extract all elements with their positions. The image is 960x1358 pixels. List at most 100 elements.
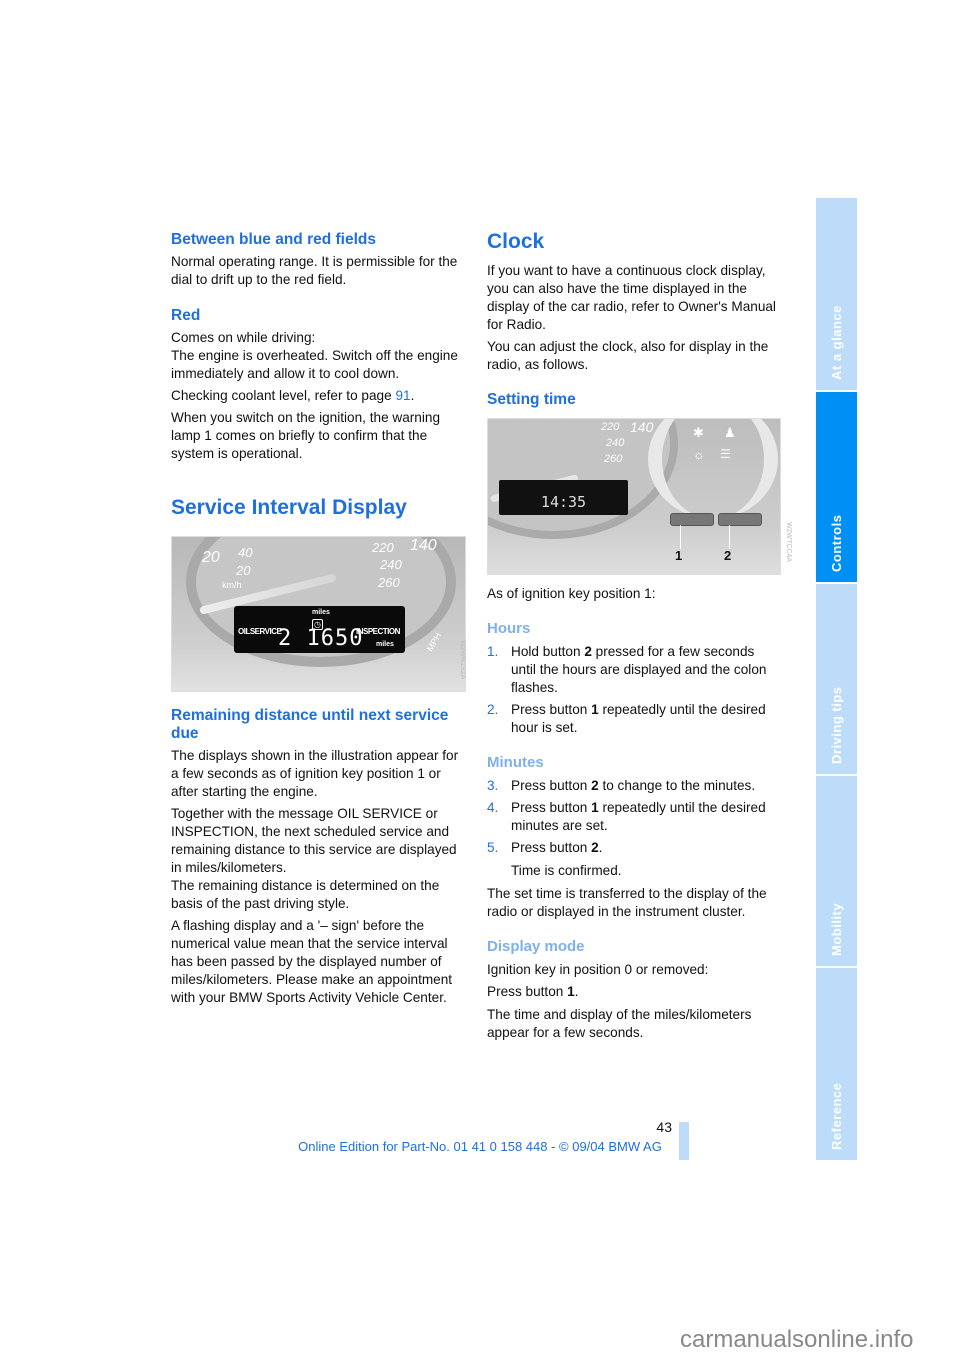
dial-label: 20 <box>202 549 220 566</box>
tab-at-a-glance[interactable]: At a glance <box>816 198 857 392</box>
heading-display-mode: Display mode <box>487 938 585 955</box>
gauge-ring <box>648 419 778 519</box>
paragraph: Comes on while driving: The engine is ov… <box>171 329 467 383</box>
paragraph: The displays shown in the illustration a… <box>171 748 459 799</box>
paragraph: When you switch on the ignition, the war… <box>171 410 441 461</box>
callout-line <box>680 525 681 549</box>
step-number: 2. <box>487 702 499 717</box>
dial-unit: km/h <box>222 580 242 590</box>
callout-1: 1 <box>675 548 683 563</box>
heading-minutes: Minutes <box>487 754 544 771</box>
lcd-display: miles ◷ OILSERVICE 2 1650 INSPECTION mil… <box>234 606 405 653</box>
heading-between-fields: Between blue and red fields <box>171 231 376 248</box>
text: Press button <box>511 702 592 717</box>
button-ref: 1 <box>591 702 599 717</box>
dial-label: 260 <box>378 575 400 590</box>
remaining-distance: 2 1650 <box>278 626 364 651</box>
list-item: 5. Press button 2. <box>487 839 783 857</box>
text: . <box>410 388 415 403</box>
paragraph: As of ignition key position 1: <box>487 586 656 601</box>
paragraph: Normal operating range. It is permissibl… <box>171 254 458 287</box>
step-number: 5. <box>487 840 499 855</box>
button-ref: 2 <box>584 644 592 659</box>
tab-label: Driving tips <box>829 686 844 764</box>
figure-code: W2WR1S2A <box>459 640 466 680</box>
tab-label: At a glance <box>829 305 844 380</box>
step-number: 1. <box>487 644 499 659</box>
text: Press button <box>487 984 568 999</box>
button-ref: 1 <box>567 984 575 999</box>
button-ref: 1 <box>591 800 599 815</box>
heading-remaining-distance: Remaining distance until next service du… <box>171 707 449 742</box>
step-number: 4. <box>487 800 499 815</box>
text: The remaining distance is determined on … <box>171 878 440 911</box>
paragraph: Checking coolant level, refer to page 91… <box>171 387 467 405</box>
dial-label: 140 <box>410 537 437 554</box>
paragraph: Ignition key in position 0 or removed: <box>487 962 709 977</box>
text: The engine is overheated. Switch off the… <box>171 348 458 381</box>
unit-label: miles <box>376 641 394 648</box>
page-number: 43 <box>656 1119 672 1135</box>
tab-label: Controls <box>829 514 844 572</box>
dial-label: 140 <box>630 419 654 435</box>
text: to change to the minutes. <box>598 778 756 793</box>
seatbelt-icon: ♟ <box>724 425 736 440</box>
dial-label: 40 <box>238 545 253 560</box>
text: Press button <box>511 840 592 855</box>
step-number: 3. <box>487 778 499 793</box>
tab-mobility[interactable]: Mobility <box>816 776 857 968</box>
watermark: carmanualsonline.info <box>680 1326 914 1353</box>
text: Together with the message OIL SERVICE or… <box>171 806 457 875</box>
heading-hours: Hours <box>487 620 531 637</box>
tab-label: Mobility <box>829 902 844 956</box>
paragraph: Press button 1. <box>487 983 783 1001</box>
heading-setting-time: Setting time <box>487 391 576 408</box>
dial-label: 220 <box>601 421 620 433</box>
text: . <box>598 840 603 855</box>
edition-footer: Online Edition for Part-No. 01 41 0 158 … <box>298 1139 662 1154</box>
button-2 <box>718 513 762 526</box>
dial-label: 220 <box>372 540 394 555</box>
button-ref: 2 <box>591 840 599 855</box>
dial-label: 240 <box>380 557 402 572</box>
list-item: 4. Press button 1 repeatedly until the de… <box>487 799 783 835</box>
service-interval-illustration: 20 40 20 km/h 220 140 240 260 MPH miles … <box>171 536 466 692</box>
unit-label: miles <box>312 609 330 616</box>
tab-label: Reference <box>829 1082 844 1150</box>
text: Checking coolant level, refer to page <box>171 388 396 403</box>
dial-label: 20 <box>236 563 251 578</box>
dial-label: 240 <box>606 437 625 449</box>
clock-illustration: 220 140 240 260 ✱ ♟ ☼ ☰ 14:35 1 2 <box>487 418 781 575</box>
text: Hold button <box>511 644 585 659</box>
text: . <box>574 984 579 999</box>
text: Press button <box>511 778 592 793</box>
tab-controls[interactable]: Controls <box>816 392 857 584</box>
paragraph: You can adjust the clock, also for displ… <box>487 339 769 372</box>
figure-code: W2WTCC4A <box>785 522 792 563</box>
warning-icon: ✱ <box>693 425 704 440</box>
list-item: 2. Press button 1 repeatedly until the de… <box>487 701 783 737</box>
paragraph: A flashing display and a '– sign' before… <box>171 918 453 1005</box>
tab-driving-tips[interactable]: Driving tips <box>816 584 857 776</box>
dial-label: 260 <box>604 453 623 465</box>
button-ref: 2 <box>591 778 599 793</box>
list-item: 1. Hold button 2 pressed for a few second… <box>487 643 783 697</box>
paragraph: The set time is transferred to the displ… <box>487 886 767 919</box>
page-marker <box>679 1122 689 1160</box>
dial <box>488 419 678 539</box>
text: Press button <box>511 800 592 815</box>
page-link[interactable]: 91 <box>395 388 410 403</box>
heading-red: Red <box>171 307 201 324</box>
clock-display: 14:35 <box>499 480 628 515</box>
paragraph: If you want to have a continuous clock d… <box>487 263 776 332</box>
paragraph: Time is confirmed. <box>511 863 622 878</box>
list-item: 3. Press button 2 to change to the minute… <box>487 777 783 795</box>
heading-service-interval: Service Interval Display <box>171 496 407 519</box>
fog-light-icon: ☰ <box>720 447 731 461</box>
button-1 <box>670 513 714 526</box>
tab-reference[interactable]: Reference <box>816 968 857 1160</box>
paragraph: Together with the message OIL SERVICE or… <box>171 805 467 913</box>
text: Comes on while driving: <box>171 330 316 345</box>
oil-service-label: OILSERVICE <box>238 627 282 636</box>
heading-clock: Clock <box>487 230 545 253</box>
